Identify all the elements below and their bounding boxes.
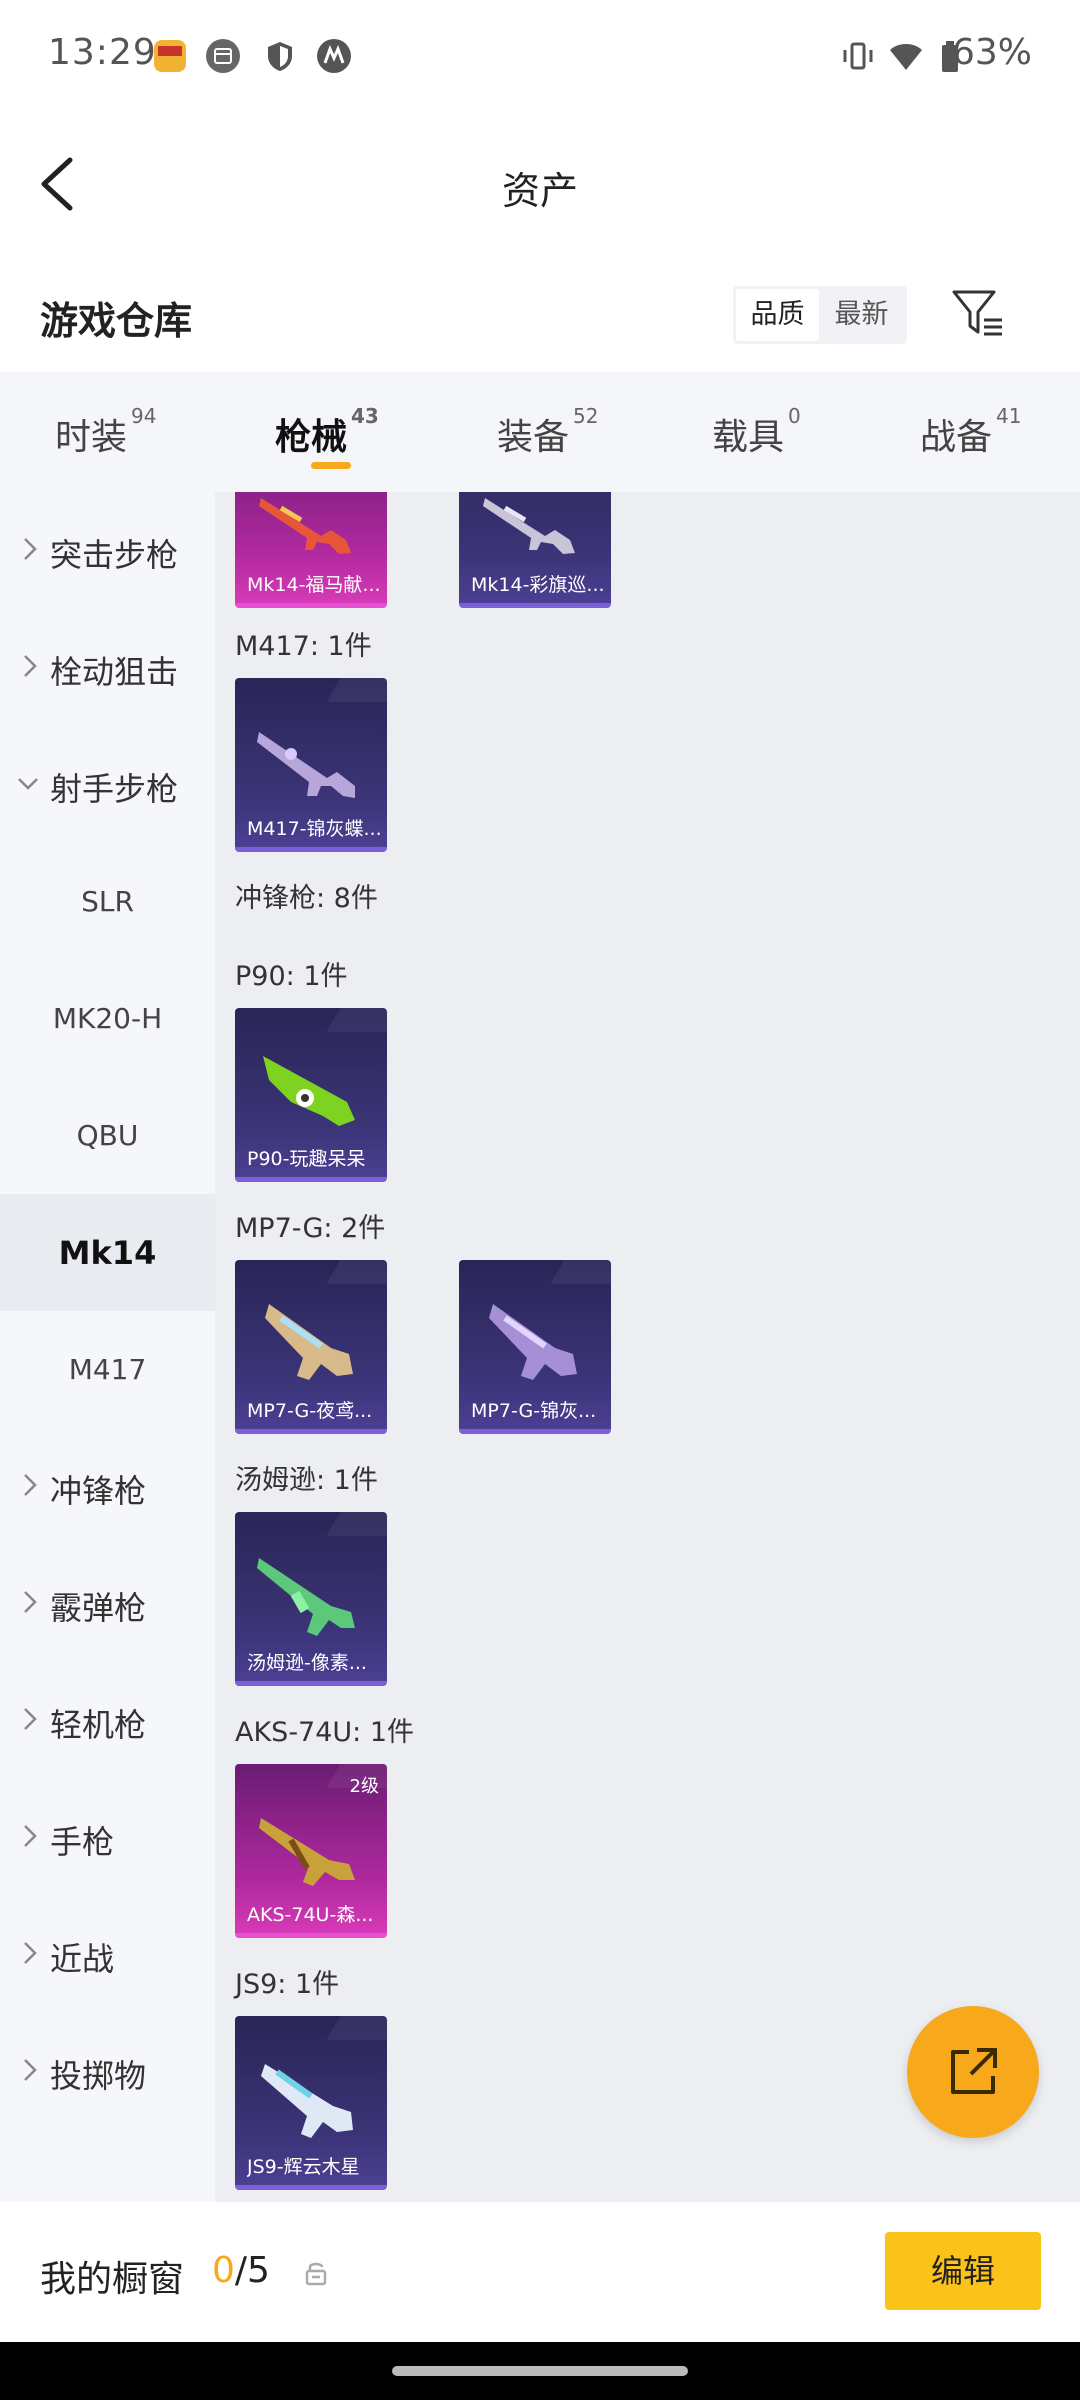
motorola-icon — [317, 39, 351, 73]
group-header: 汤姆逊: 1件 — [235, 1465, 378, 1496]
sidebar-subitem-mk14[interactable]: Mk14 — [0, 1194, 215, 1311]
group-header: JS9: 1件 — [235, 1969, 340, 2000]
showcase-bar: 我的橱窗 0/5 编辑 — [0, 2202, 1080, 2342]
weapon-category-sidebar: 突击步枪 栓动狙击 射手步枪 SLR MK20-H QBU Mk14 M417 … — [0, 492, 215, 2202]
sort-toggle: 品质 最新 — [733, 286, 907, 344]
sort-newest-button[interactable]: 最新 — [820, 286, 903, 344]
chevron-right-icon — [24, 1708, 37, 1730]
showcase-title: 我的橱窗 — [40, 2259, 185, 2300]
chevron-right-icon — [24, 538, 37, 560]
m417-gun-image — [257, 732, 355, 798]
tab-fashion[interactable]: 时装94 — [55, 404, 156, 460]
chevron-right-icon — [24, 655, 37, 677]
mk14-gun-image — [483, 498, 575, 554]
aks74u-gun-image — [259, 1818, 355, 1886]
mk14-gun-image — [259, 498, 351, 554]
sidebar-item-smg[interactable]: 冲锋枪 — [0, 1428, 215, 1545]
showcase-count: 0/5 — [212, 2250, 270, 2291]
weapon-skin-card[interactable]: 2级 AKS-74U-森... — [235, 1764, 387, 1938]
group-header: M417: 1件 — [235, 631, 372, 662]
battery-percent: 63% — [951, 32, 1032, 73]
app-notification-icon — [154, 40, 186, 72]
weapon-skin-card[interactable]: MP7-G-夜鸢... — [235, 1260, 387, 1434]
mp7g-gun-image — [489, 1304, 577, 1380]
js9-gun-image — [261, 2064, 353, 2138]
weapon-skin-card[interactable]: MP7-G-锦灰... — [459, 1260, 611, 1434]
group-header: MP7-G: 2件 — [235, 1213, 386, 1244]
edit-button[interactable]: 编辑 — [885, 2232, 1041, 2310]
tab-equipment[interactable]: 装备52 — [497, 404, 598, 460]
weapon-list: Mk14-福马献... Mk14-彩旗巡... M417: 1件 M417-锦灰… — [215, 492, 1080, 2202]
chevron-right-icon — [24, 2059, 37, 2081]
sidebar-item-marksman-rifle[interactable]: 射手步枪 — [0, 726, 215, 843]
status-bar: 13:29 63% — [0, 0, 1080, 110]
chevron-right-icon — [24, 1825, 37, 1847]
home-gesture-pill[interactable] — [392, 2366, 688, 2376]
weapon-skin-card[interactable]: P90-玩趣呆呆 — [235, 1008, 387, 1182]
chevron-right-icon — [24, 1942, 37, 1964]
mp7g-gun-image — [265, 1304, 353, 1380]
tab-vehicles[interactable]: 载具0 — [712, 404, 801, 460]
group-header: 冲锋枪: 8件 — [235, 883, 378, 914]
chevron-down-icon — [18, 778, 38, 790]
weapon-skin-card[interactable]: Mk14-彩旗巡... — [459, 492, 611, 608]
filter-icon[interactable] — [950, 286, 1006, 342]
p90-gun-image — [263, 1056, 355, 1126]
vibrate-icon — [843, 42, 873, 70]
weapon-skin-card[interactable]: M417-锦灰蝶... — [235, 678, 387, 852]
thompson-gun-image — [257, 1558, 355, 1636]
active-tab-indicator — [311, 462, 351, 469]
group-header: AKS-74U: 1件 — [235, 1717, 415, 1748]
tab-firearms[interactable]: 枪械43 — [275, 404, 379, 460]
warehouse-header: 游戏仓库 品质 最新 — [0, 260, 1080, 372]
sidebar-subitem-slr[interactable]: SLR — [0, 843, 215, 960]
wifi-icon — [890, 44, 922, 70]
calendar-icon — [206, 39, 240, 73]
sidebar-item-melee[interactable]: 近战 — [0, 1896, 215, 2013]
sidebar-subitem-qbu[interactable]: QBU — [0, 1077, 215, 1194]
share-button[interactable] — [907, 2006, 1039, 2138]
group-header: P90: 1件 — [235, 961, 348, 992]
sidebar-item-assault-rifle[interactable]: 突击步枪 — [0, 492, 215, 609]
shield-icon — [268, 42, 292, 71]
sidebar-item-shotgun[interactable]: 霰弹枪 — [0, 1545, 215, 1662]
tab-tactical[interactable]: 战备41 — [920, 404, 1021, 460]
sidebar-item-lmg[interactable]: 轻机枪 — [0, 1662, 215, 1779]
sidebar-item-throwable[interactable]: 投掷物 — [0, 2013, 215, 2130]
lock-icon — [305, 2262, 327, 2286]
sidebar-item-bolt-sniper[interactable]: 栓动狙击 — [0, 609, 215, 726]
weapon-skin-card[interactable]: JS9-辉云木星 — [235, 2016, 387, 2190]
chevron-right-icon — [24, 1474, 37, 1496]
warehouse-title: 游戏仓库 — [40, 299, 193, 343]
sidebar-item-pistol[interactable]: 手枪 — [0, 1779, 215, 1896]
status-time: 13:29 — [48, 32, 157, 73]
header: 资产 — [0, 110, 1080, 260]
weapon-skin-card[interactable]: 汤姆逊-像素... — [235, 1512, 387, 1686]
share-icon — [951, 2048, 997, 2094]
sort-quality-button[interactable]: 品质 — [736, 289, 819, 341]
chevron-right-icon — [24, 1591, 37, 1613]
page-title: 资产 — [501, 169, 578, 213]
system-nav-bar — [0, 2342, 1080, 2400]
sidebar-subitem-mk20h[interactable]: MK20-H — [0, 960, 215, 1077]
weapon-skin-card[interactable]: Mk14-福马献... — [235, 492, 387, 608]
sidebar-subitem-m417[interactable]: M417 — [0, 1311, 215, 1428]
category-tabs: 时装94 枪械43 装备52 载具0 战备41 — [0, 372, 1080, 492]
